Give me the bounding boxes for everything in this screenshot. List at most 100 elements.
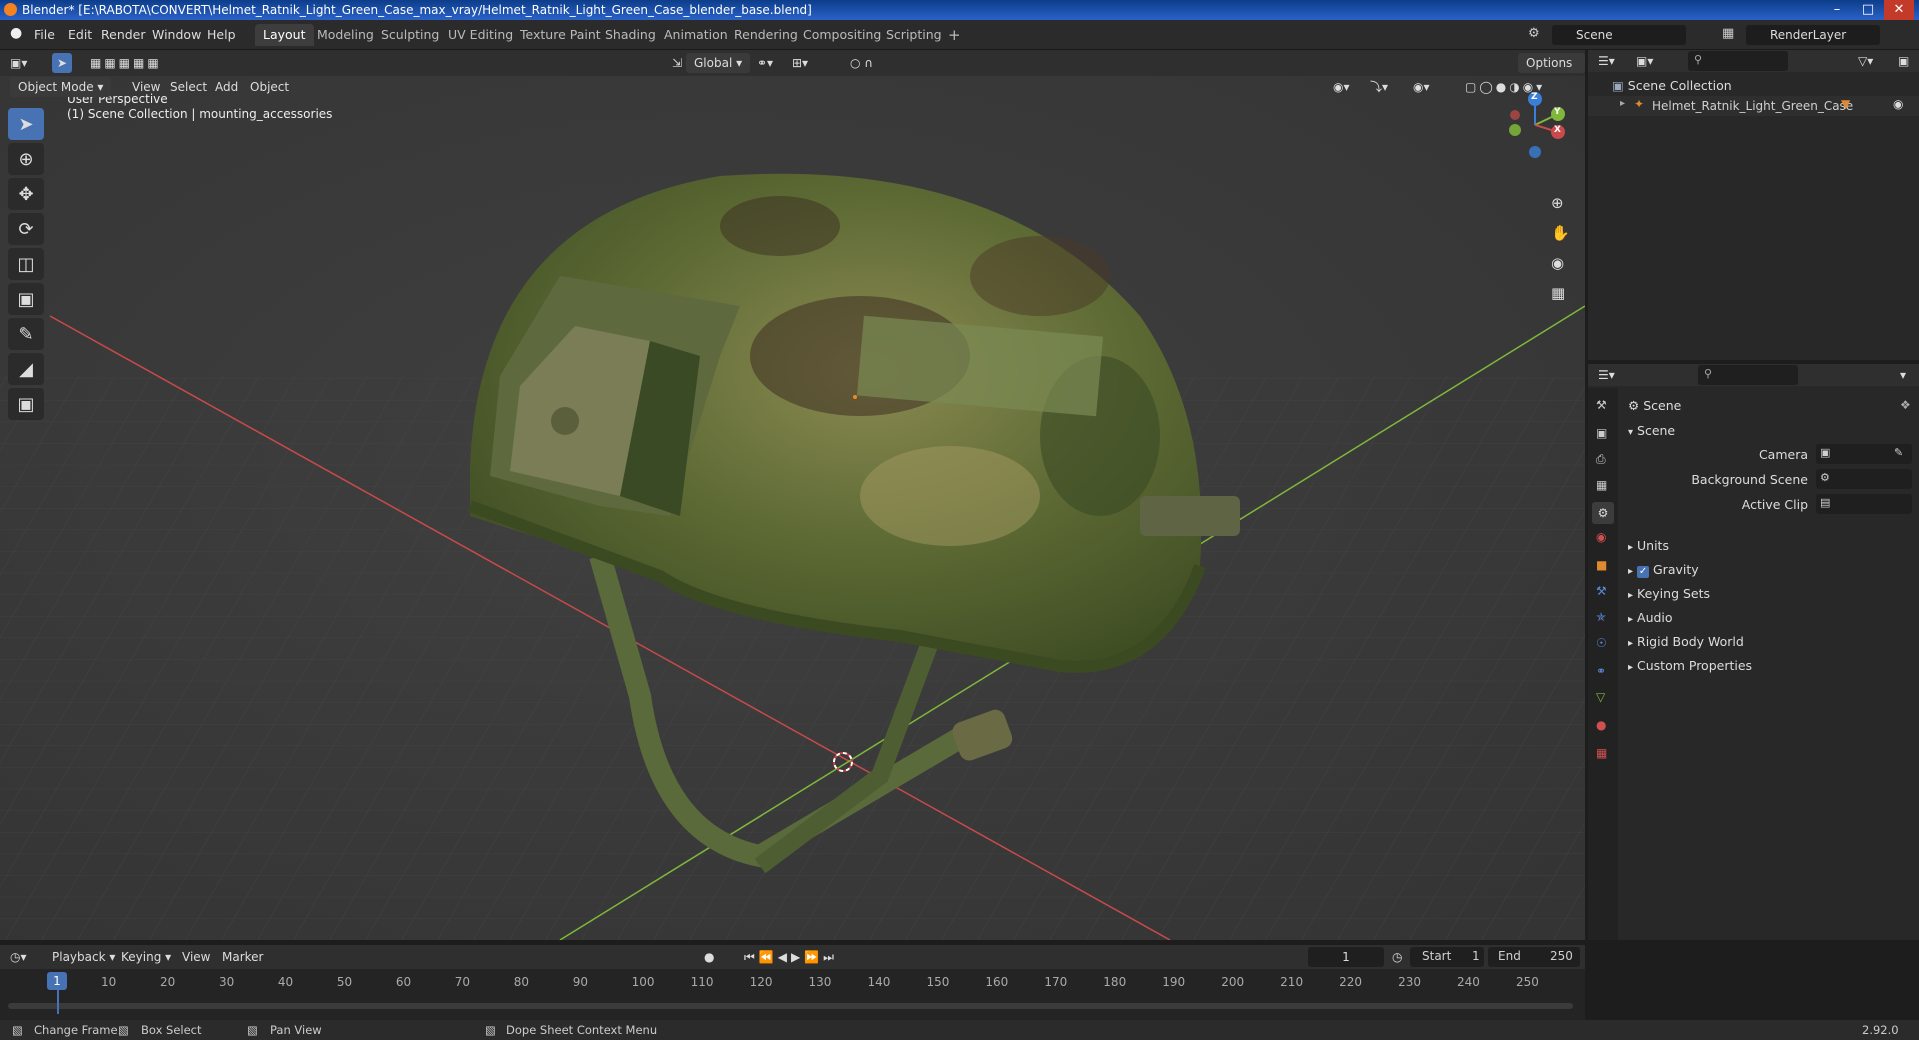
tab-compositing[interactable]: Compositing (795, 24, 889, 46)
expand-arrow-icon[interactable]: ▸ (1620, 98, 1625, 109)
transform-orientation-dropdown[interactable]: Global ▾ (686, 53, 751, 73)
view-layer-tab-icon[interactable]: ▦ (1596, 478, 1607, 492)
add-cube-tool-icon[interactable]: ▣ (8, 388, 44, 420)
gravity-checkbox[interactable]: ✓ (1637, 566, 1650, 578)
menu-edit[interactable]: Edit (68, 27, 92, 42)
record-icon[interactable]: ● (704, 947, 714, 967)
display-mode-icon[interactable]: ▣▾ (1636, 51, 1653, 71)
ortho-grid-icon[interactable]: ▦ (1551, 284, 1565, 302)
object-tab-icon[interactable]: ■ (1596, 558, 1607, 572)
cursor-tool-icon[interactable]: ⊕ (8, 143, 44, 175)
renderlayer-field[interactable]: RenderLayer (1746, 25, 1880, 45)
current-frame-field[interactable]: 1 (1308, 947, 1384, 967)
properties-options-icon[interactable]: ▾ (1900, 365, 1906, 385)
measure-tool-icon[interactable]: ◢ (8, 353, 44, 385)
tab-rendering[interactable]: Rendering (726, 24, 806, 46)
maximize-icon[interactable]: □ (1853, 0, 1883, 20)
new-collection-icon[interactable]: ▣ (1898, 51, 1909, 71)
annotate-tool-icon[interactable]: ✎ (8, 318, 44, 350)
options-dropdown[interactable]: Options ▾ (1518, 53, 1585, 90)
move-tool-icon[interactable]: ✥ (8, 178, 44, 210)
pivot-icon[interactable]: ⚭▾ (757, 53, 773, 73)
start-frame-field[interactable]: Start 1 (1410, 947, 1484, 967)
timeline-editor-icon[interactable]: ◷▾ (10, 947, 27, 967)
active-clip-field[interactable]: ▤ (1816, 494, 1912, 514)
material-tab-icon[interactable]: ● (1596, 718, 1606, 732)
texture-tab-icon[interactable]: ▦ (1596, 746, 1607, 760)
tab-texture-paint[interactable]: Texture Paint (512, 24, 609, 46)
clock-icon[interactable]: ◷ (1392, 947, 1402, 967)
outliner-search-input[interactable]: ⚲ (1688, 51, 1788, 71)
eye-icon[interactable]: ◉ (1893, 97, 1903, 111)
particles-tab-icon[interactable]: ✯ (1596, 610, 1606, 624)
physics-tab-icon[interactable]: ☉ (1596, 636, 1607, 650)
camera-view-icon[interactable]: ◉ (1551, 254, 1564, 272)
menu-file[interactable]: File (34, 27, 55, 42)
rotate-tool-icon[interactable]: ⟳ (8, 213, 44, 245)
data-tab-icon[interactable]: ▽ (1596, 690, 1605, 704)
subpanel-units[interactable]: ▸ Units (1628, 538, 1669, 553)
navigation-gizmo[interactable]: Z Y X (1500, 90, 1570, 160)
subpanel-custom-properties[interactable]: ▸ Custom Properties (1628, 658, 1752, 673)
blender-menu-icon[interactable]: ● (10, 25, 22, 41)
scene-tab-icon[interactable]: ⚙ (1592, 502, 1614, 524)
subpanel-rigid-body-world[interactable]: ▸ Rigid Body World (1628, 634, 1744, 649)
scene-collection-item[interactable]: ▣ Scene Collection (1612, 78, 1732, 93)
menu-marker[interactable]: Marker (222, 947, 263, 967)
subpanel-keying-sets[interactable]: ▸ Keying Sets (1628, 586, 1710, 601)
tool-tab-icon[interactable]: ⚒ (1596, 398, 1607, 412)
menu-object[interactable]: Object (250, 77, 289, 97)
menu-playback[interactable]: Playback ▾ (52, 947, 115, 967)
tab-layout[interactable]: Layout (255, 24, 314, 46)
tab-scripting[interactable]: Scripting (878, 24, 950, 46)
close-icon[interactable]: ✕ (1884, 0, 1914, 20)
add-workspace-icon[interactable]: + (940, 24, 969, 46)
snap-icon[interactable]: ⊞▾ (792, 53, 808, 73)
editor-type-icon[interactable]: ▣▾ (10, 53, 27, 73)
menu-timeline-view[interactable]: View (182, 947, 210, 967)
eyedropper-icon[interactable]: ✎ (1894, 446, 1903, 459)
view-layer-icon[interactable]: ▦ (1722, 26, 1734, 41)
outliner-editor-icon[interactable]: ☰▾ (1598, 51, 1615, 71)
select-tool-icon[interactable]: ➤ (52, 53, 72, 73)
tab-sculpting[interactable]: Sculpting (373, 24, 447, 46)
playback-controls[interactable]: ⏮⏪◀▶⏩⏭ (744, 947, 838, 967)
subpanel-audio[interactable]: ▸ Audio (1628, 610, 1673, 625)
properties-editor-icon[interactable]: ☰▾ (1598, 365, 1615, 385)
pin-icon[interactable]: ❖ (1900, 398, 1911, 412)
shading-mode-icons[interactable]: ▢◯●◑◉▾ (1465, 77, 1545, 97)
overlay-toggle-icon[interactable]: ◉▾ (1413, 77, 1430, 97)
subpanel-gravity[interactable]: ▸ ✓ Gravity (1628, 562, 1699, 578)
end-frame-field[interactable]: End 250 (1488, 947, 1580, 967)
menu-help[interactable]: Help (207, 27, 236, 42)
properties-search-input[interactable]: ⚲ (1698, 365, 1798, 385)
selection-mode-icons[interactable]: ▦▦▦▦▦ (90, 53, 162, 73)
background-scene-field[interactable]: ⚙ (1816, 469, 1912, 489)
visibility-icon[interactable]: ◉▾ (1333, 77, 1350, 97)
filter-icon[interactable]: ▽▾ (1858, 51, 1873, 71)
menu-keying[interactable]: Keying ▾ (121, 947, 171, 967)
3d-viewport[interactable]: User Perspective (1) Scene Collection | … (0, 76, 1585, 940)
mode-dropdown[interactable]: Object Mode ▾ (10, 77, 112, 97)
world-tab-icon[interactable]: ◉ (1596, 530, 1606, 544)
scale-tool-icon[interactable]: ◫ (8, 248, 44, 280)
menu-view[interactable]: View (132, 77, 160, 97)
menu-add[interactable]: Add (215, 77, 238, 97)
outliner-row-helmet[interactable]: ▸ ✦ Helmet_Ratnik_Light_Green_Case ▼ ◉ (1588, 96, 1919, 116)
scene-field[interactable]: Scene (1552, 25, 1686, 45)
tab-modeling[interactable]: Modeling (309, 24, 382, 46)
modifier-filter-icon[interactable]: ▼ (1841, 97, 1850, 111)
tab-animation[interactable]: Animation (656, 24, 736, 46)
scene-selector-icon[interactable]: ⚙ (1528, 26, 1540, 41)
menu-window[interactable]: Window (152, 27, 201, 42)
menu-render[interactable]: Render (101, 27, 146, 42)
timeline-scrollbar[interactable] (8, 1003, 1573, 1009)
tab-shading[interactable]: Shading (597, 24, 664, 46)
gizmo-toggle-icon[interactable]: ⤵▾ (1370, 77, 1388, 97)
transform-tool-icon[interactable]: ▣ (8, 283, 44, 315)
minimize-icon[interactable]: – (1822, 0, 1852, 20)
render-tab-icon[interactable]: ▣ (1596, 426, 1607, 440)
zoom-icon[interactable]: ⊕ (1551, 194, 1564, 212)
pan-hand-icon[interactable]: ✋ (1551, 224, 1570, 242)
select-box-tool-icon[interactable]: ➤ (8, 108, 44, 140)
